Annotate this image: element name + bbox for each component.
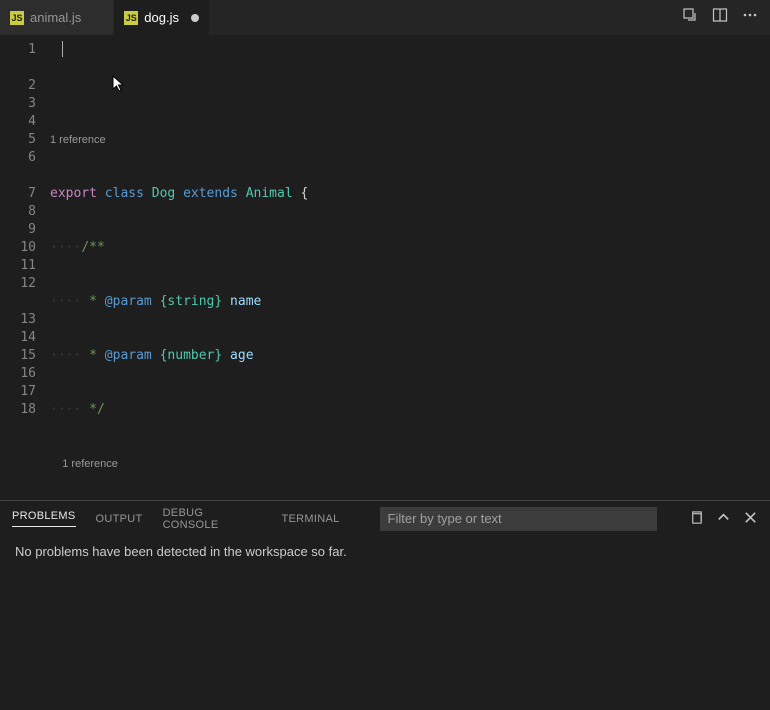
tab-output[interactable]: OUTPUT xyxy=(96,513,143,525)
tab-label: dog.js xyxy=(144,10,179,25)
tab-terminal[interactable]: TERMINAL xyxy=(281,513,339,525)
bottom-panel: PROBLEMS OUTPUT DEBUG CONSOLE TERMINAL N… xyxy=(0,500,770,710)
problems-message: No problems have been detected in the wo… xyxy=(0,536,770,567)
code-content[interactable]: 1 reference export class Dog extends Ani… xyxy=(50,35,770,500)
codelens-reference[interactable]: 1 reference xyxy=(50,455,770,473)
tab-animal-js[interactable]: JS animal.js × xyxy=(0,0,114,35)
filter-input[interactable] xyxy=(380,507,657,531)
tab-dog-js[interactable]: JS dog.js xyxy=(114,0,210,35)
collapse-panel-icon[interactable] xyxy=(716,510,731,528)
tab-problems[interactable]: PROBLEMS xyxy=(12,510,76,527)
close-panel-icon[interactable] xyxy=(743,510,758,528)
line-number-gutter: 1 2 3 4 5 6 7 8 9 10 11 12 13 14 15 16 1… xyxy=(0,35,50,500)
js-file-icon: JS xyxy=(124,11,138,25)
copy-icon[interactable] xyxy=(689,510,704,528)
text-cursor xyxy=(62,41,63,57)
panel-tab-bar: PROBLEMS OUTPUT DEBUG CONSOLE TERMINAL xyxy=(0,501,770,536)
editor-actions xyxy=(682,7,770,28)
tab-bar: JS animal.js × JS dog.js xyxy=(0,0,770,35)
split-editor-icon[interactable] xyxy=(712,7,728,28)
js-file-icon: JS xyxy=(10,11,24,25)
dirty-indicator-icon xyxy=(191,14,199,22)
code-editor[interactable]: 1 2 3 4 5 6 7 8 9 10 11 12 13 14 15 16 1… xyxy=(0,35,770,500)
codelens-reference[interactable]: 1 reference xyxy=(50,131,770,149)
more-actions-icon[interactable] xyxy=(742,7,758,28)
compare-icon[interactable] xyxy=(682,7,698,28)
tab-label: animal.js xyxy=(30,10,81,25)
tab-debug-console[interactable]: DEBUG CONSOLE xyxy=(163,507,262,531)
